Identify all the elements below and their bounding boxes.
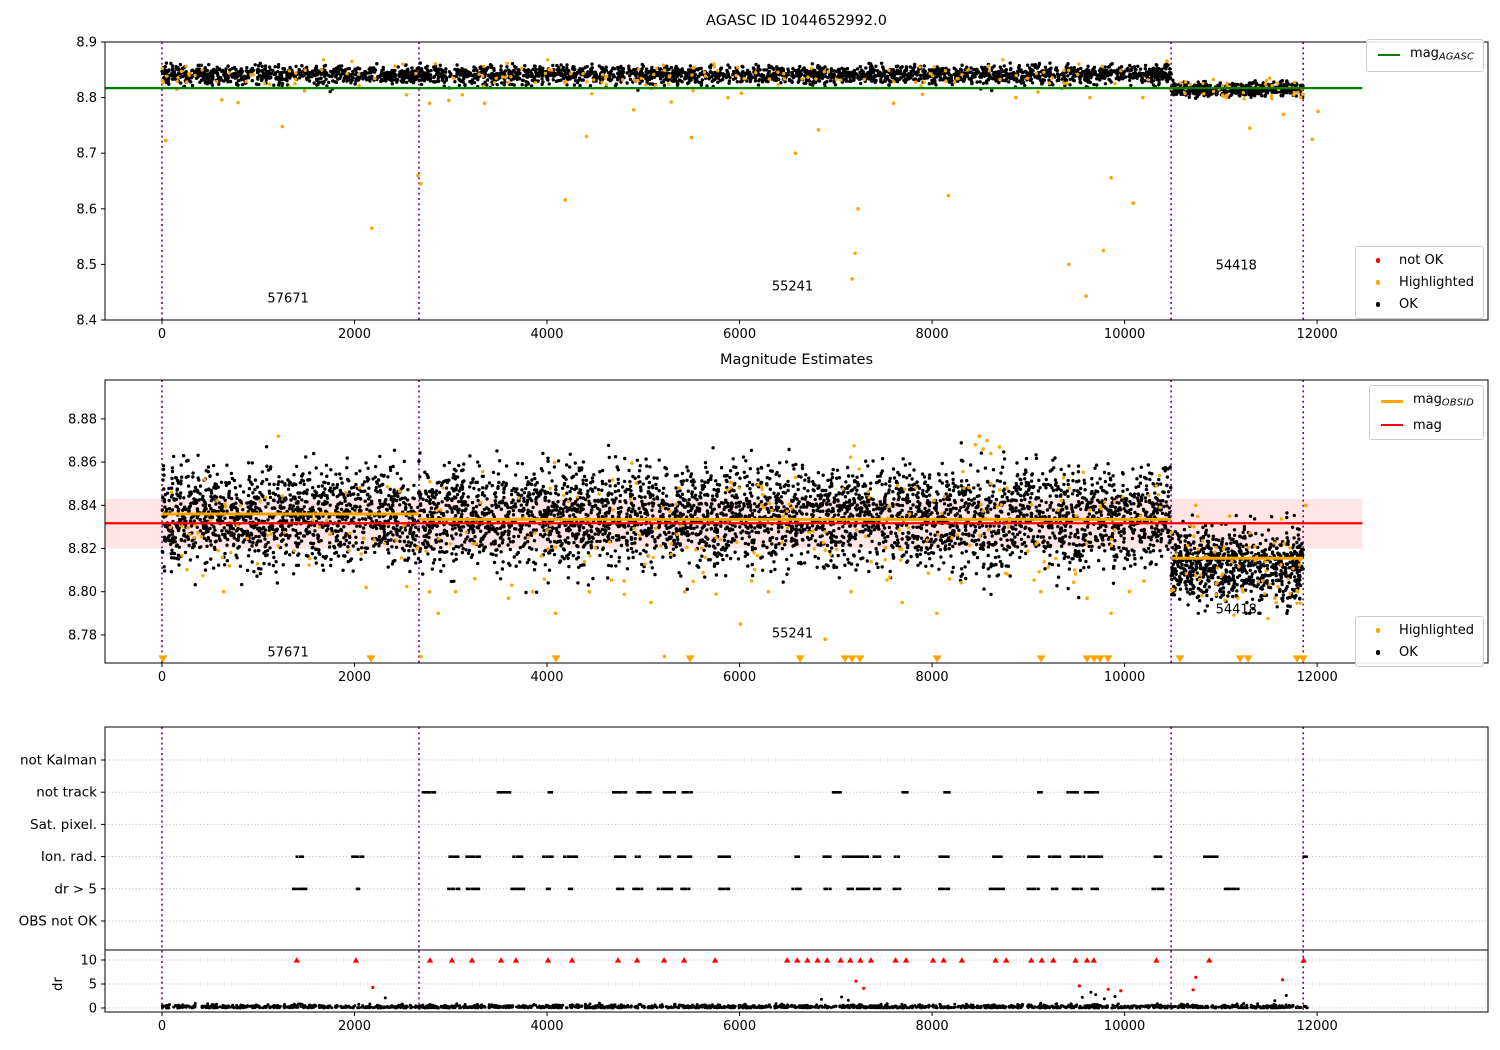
svg-text:10000: 10000 (1104, 327, 1145, 342)
legend-entry: Highlighted (1363, 273, 1474, 292)
flag-row-label: not Kalman (20, 753, 97, 769)
flag-row-ticks: not Kalman not track Sat. pixel. Ion. rad. d… (19, 753, 105, 930)
legend-line-sample (1377, 399, 1407, 403)
bottom-panel-vlines (161, 727, 1304, 1012)
legend-line-sample (1374, 54, 1404, 57)
svg-text:4000: 4000 (530, 327, 563, 342)
dr-axis-label-group: dr (51, 977, 66, 991)
svg-text:2000: 2000 (338, 327, 371, 342)
obsid-annotation: 55241 (771, 626, 814, 642)
middle-plot-title: Magnitude Estimates (719, 352, 874, 368)
legend-entry: not OK (1363, 251, 1474, 270)
legend-dot-marker (1363, 258, 1393, 263)
legend-label: magOBSID (1413, 392, 1474, 409)
dr-ok-scatter (161, 990, 1309, 1010)
obsid-annotation: 54418 (1215, 258, 1257, 273)
legend-mag-agasc: magAGASC (1366, 39, 1484, 72)
svg-text:8.4: 8.4 (76, 314, 97, 329)
legend-label: OK (1399, 645, 1418, 660)
svg-text:8000: 8000 (916, 327, 949, 342)
flag-marks (291, 791, 1308, 891)
legend-entry: OK (1363, 295, 1474, 314)
legend-dot-marker (1363, 280, 1393, 285)
obsid-annotation: 55241 (771, 279, 814, 295)
dr-notok-scatter (371, 975, 1285, 993)
svg-text:8.7: 8.7 (76, 147, 97, 162)
legend-label: magAGASC (1410, 46, 1474, 63)
middle-clip-triangles (158, 655, 1308, 663)
legend-entry: OK (1363, 643, 1474, 662)
top-panel-gridlines (161, 42, 1304, 320)
legend-line-sample (1377, 424, 1407, 426)
flag-row-label: Sat. pixel. (30, 817, 97, 833)
legend-mag-lines: magOBSID mag (1369, 385, 1484, 440)
svg-text:8.8: 8.8 (76, 91, 97, 106)
legend-entry: magAGASC (1374, 44, 1474, 67)
figure-canvas: 0 2000 4000 6000 8000 10000 12000 8.4 8.5 8.6 8.7 8… (0, 0, 1500, 1050)
flag-row-label: OBS not OK (19, 914, 99, 930)
dr-axis-label: dr (51, 977, 66, 991)
obsid-annotation: 57671 (267, 645, 309, 661)
top-plot-title: AGASC ID 1044652992.0 (706, 13, 887, 29)
legend-label: Highlighted (1399, 623, 1474, 638)
legend-entry: magOBSID (1377, 390, 1474, 413)
obsid-annotation: 54418 (1215, 602, 1257, 618)
dr-axes-ticks: 0 2000 4000 6000 8000 10000 120000510 (80, 954, 1337, 1035)
legend-label: Highlighted (1399, 275, 1474, 290)
svg-text:8.6: 8.6 (76, 202, 97, 217)
svg-text:8.5: 8.5 (76, 258, 97, 273)
legend-point-status-top: not OK Highlighted OK (1355, 246, 1484, 319)
legend-entry: Highlighted (1363, 621, 1474, 640)
flag-row-gridlines (105, 759, 1488, 1009)
legend-dot-marker (1363, 628, 1393, 633)
legend-dot-marker (1363, 302, 1393, 307)
legend-entry: mag (1377, 416, 1474, 435)
legend-dot-marker (1363, 650, 1393, 655)
svg-text:6000: 6000 (723, 327, 756, 342)
obsid-annotation: 57671 (267, 291, 309, 307)
legend-point-status-middle: Highlighted OK (1355, 616, 1484, 667)
top-ok-scatter (160, 61, 1305, 100)
svg-text:8.9: 8.9 (76, 36, 97, 51)
legend-label: OK (1399, 297, 1418, 312)
flag-row-label: dr > 5 (54, 881, 97, 897)
flag-row-label: not track (36, 785, 97, 801)
svg-text:0: 0 (158, 327, 166, 342)
legend-label: mag (1413, 417, 1442, 433)
flag-row-label: Ion. rad. (41, 849, 97, 865)
plot-svg: 0 2000 4000 6000 8000 10000 12000 8.4 8.5 8.6 8.7 8… (19, 36, 1489, 1035)
svg-text:12000: 12000 (1296, 327, 1337, 342)
top-highlighted-scatter (160, 58, 1320, 298)
legend-label: not OK (1399, 253, 1444, 268)
